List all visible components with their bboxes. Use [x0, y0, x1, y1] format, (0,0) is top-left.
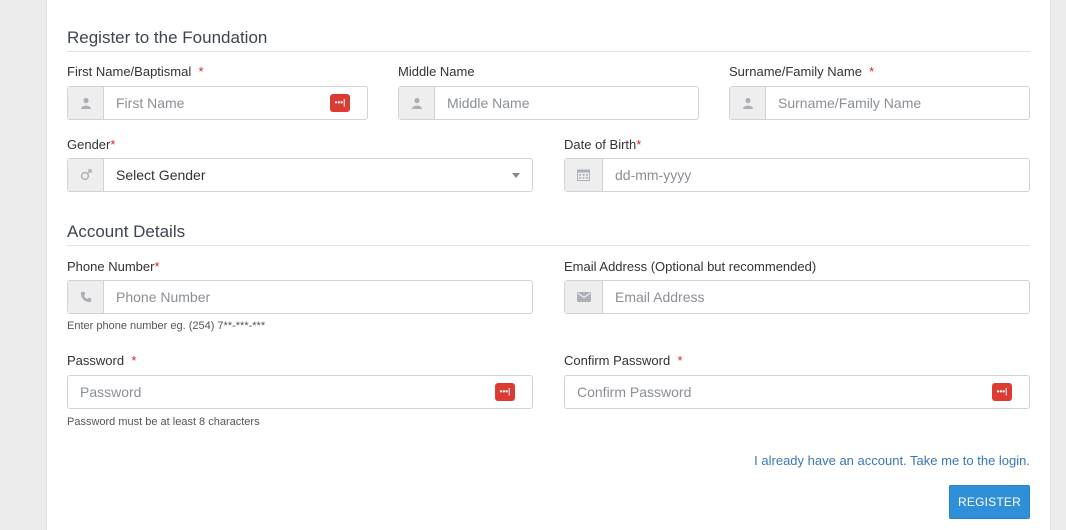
required-marker: * — [154, 259, 160, 274]
user-icon — [68, 87, 104, 119]
password-label-text: Password — [67, 353, 125, 368]
first-name-label: First Name/Baptismal * — [67, 64, 204, 79]
section-title-account: Account Details — [67, 222, 1030, 246]
confirm-password-input[interactable] — [565, 376, 988, 408]
middle-name-input[interactable] — [435, 87, 698, 119]
required-marker: * — [636, 137, 642, 152]
surname-group — [729, 86, 1030, 120]
phone-label-text: Phone Number — [67, 259, 155, 274]
password-manager-icon[interactable]: •••| — [992, 383, 1012, 401]
password-manager-icon-glyph: •••| — [334, 98, 346, 107]
user-icon — [399, 87, 435, 119]
password-label: Password * — [67, 353, 136, 368]
registration-card: Register to the Foundation First Name/Ba… — [46, 0, 1051, 530]
password-manager-icon[interactable]: •••| — [330, 94, 350, 112]
login-link[interactable]: I already have an account. Take me to th… — [754, 453, 1030, 468]
dob-label-text: Date of Birth — [564, 137, 637, 152]
required-marker: * — [131, 353, 137, 368]
phone-group — [67, 280, 533, 314]
surname-label-text: Surname/Family Name — [729, 64, 862, 79]
required-marker: * — [198, 64, 204, 79]
password-help-text: Password must be at least 8 characters — [67, 416, 260, 428]
confirm-password-group: •••| — [564, 375, 1030, 409]
first-name-group: •••| — [67, 86, 368, 120]
gender-group: Select Gender — [67, 158, 533, 192]
middle-name-label: Middle Name — [398, 64, 475, 79]
password-manager-icon[interactable]: •••| — [495, 383, 515, 401]
gender-icon — [68, 159, 104, 191]
gender-label-text: Gender — [67, 137, 111, 152]
password-group: •••| — [67, 375, 533, 409]
chevron-down-icon — [512, 172, 520, 178]
required-marker: * — [110, 137, 116, 152]
confirm-password-label-text: Confirm Password — [564, 353, 671, 368]
phone-help-text: Enter phone number eg. (254) 7**-***-*** — [67, 320, 266, 332]
gender-label: Gender* — [67, 137, 115, 152]
required-marker: * — [677, 353, 683, 368]
first-name-input[interactable] — [104, 87, 326, 119]
middle-name-group — [398, 86, 699, 120]
dob-label: Date of Birth* — [564, 137, 641, 152]
dob-input[interactable] — [603, 159, 1029, 191]
section-title-register: Register to the Foundation — [67, 28, 1030, 52]
gender-select[interactable]: Select Gender — [103, 159, 532, 191]
calendar-icon — [565, 159, 603, 191]
password-manager-icon-glyph: •••| — [996, 387, 1008, 396]
email-input[interactable] — [603, 281, 1029, 313]
phone-input[interactable] — [104, 281, 532, 313]
first-name-label-text: First Name/Baptismal — [67, 64, 192, 79]
phone-icon — [68, 281, 104, 313]
email-group — [564, 280, 1030, 314]
surname-label: Surname/Family Name * — [729, 64, 874, 79]
confirm-password-label: Confirm Password * — [564, 353, 683, 368]
gender-selected-value: Select Gender — [116, 167, 206, 183]
user-icon — [730, 87, 766, 119]
required-marker: * — [869, 64, 875, 79]
password-manager-icon-glyph: •••| — [499, 387, 511, 396]
phone-label: Phone Number* — [67, 259, 160, 274]
surname-input[interactable] — [766, 87, 1029, 119]
email-label: Email Address (Optional but recommended) — [564, 259, 817, 274]
envelope-icon — [565, 281, 603, 313]
dob-group — [564, 158, 1030, 192]
password-input[interactable] — [68, 376, 491, 408]
register-button[interactable]: REGISTER — [949, 485, 1030, 519]
